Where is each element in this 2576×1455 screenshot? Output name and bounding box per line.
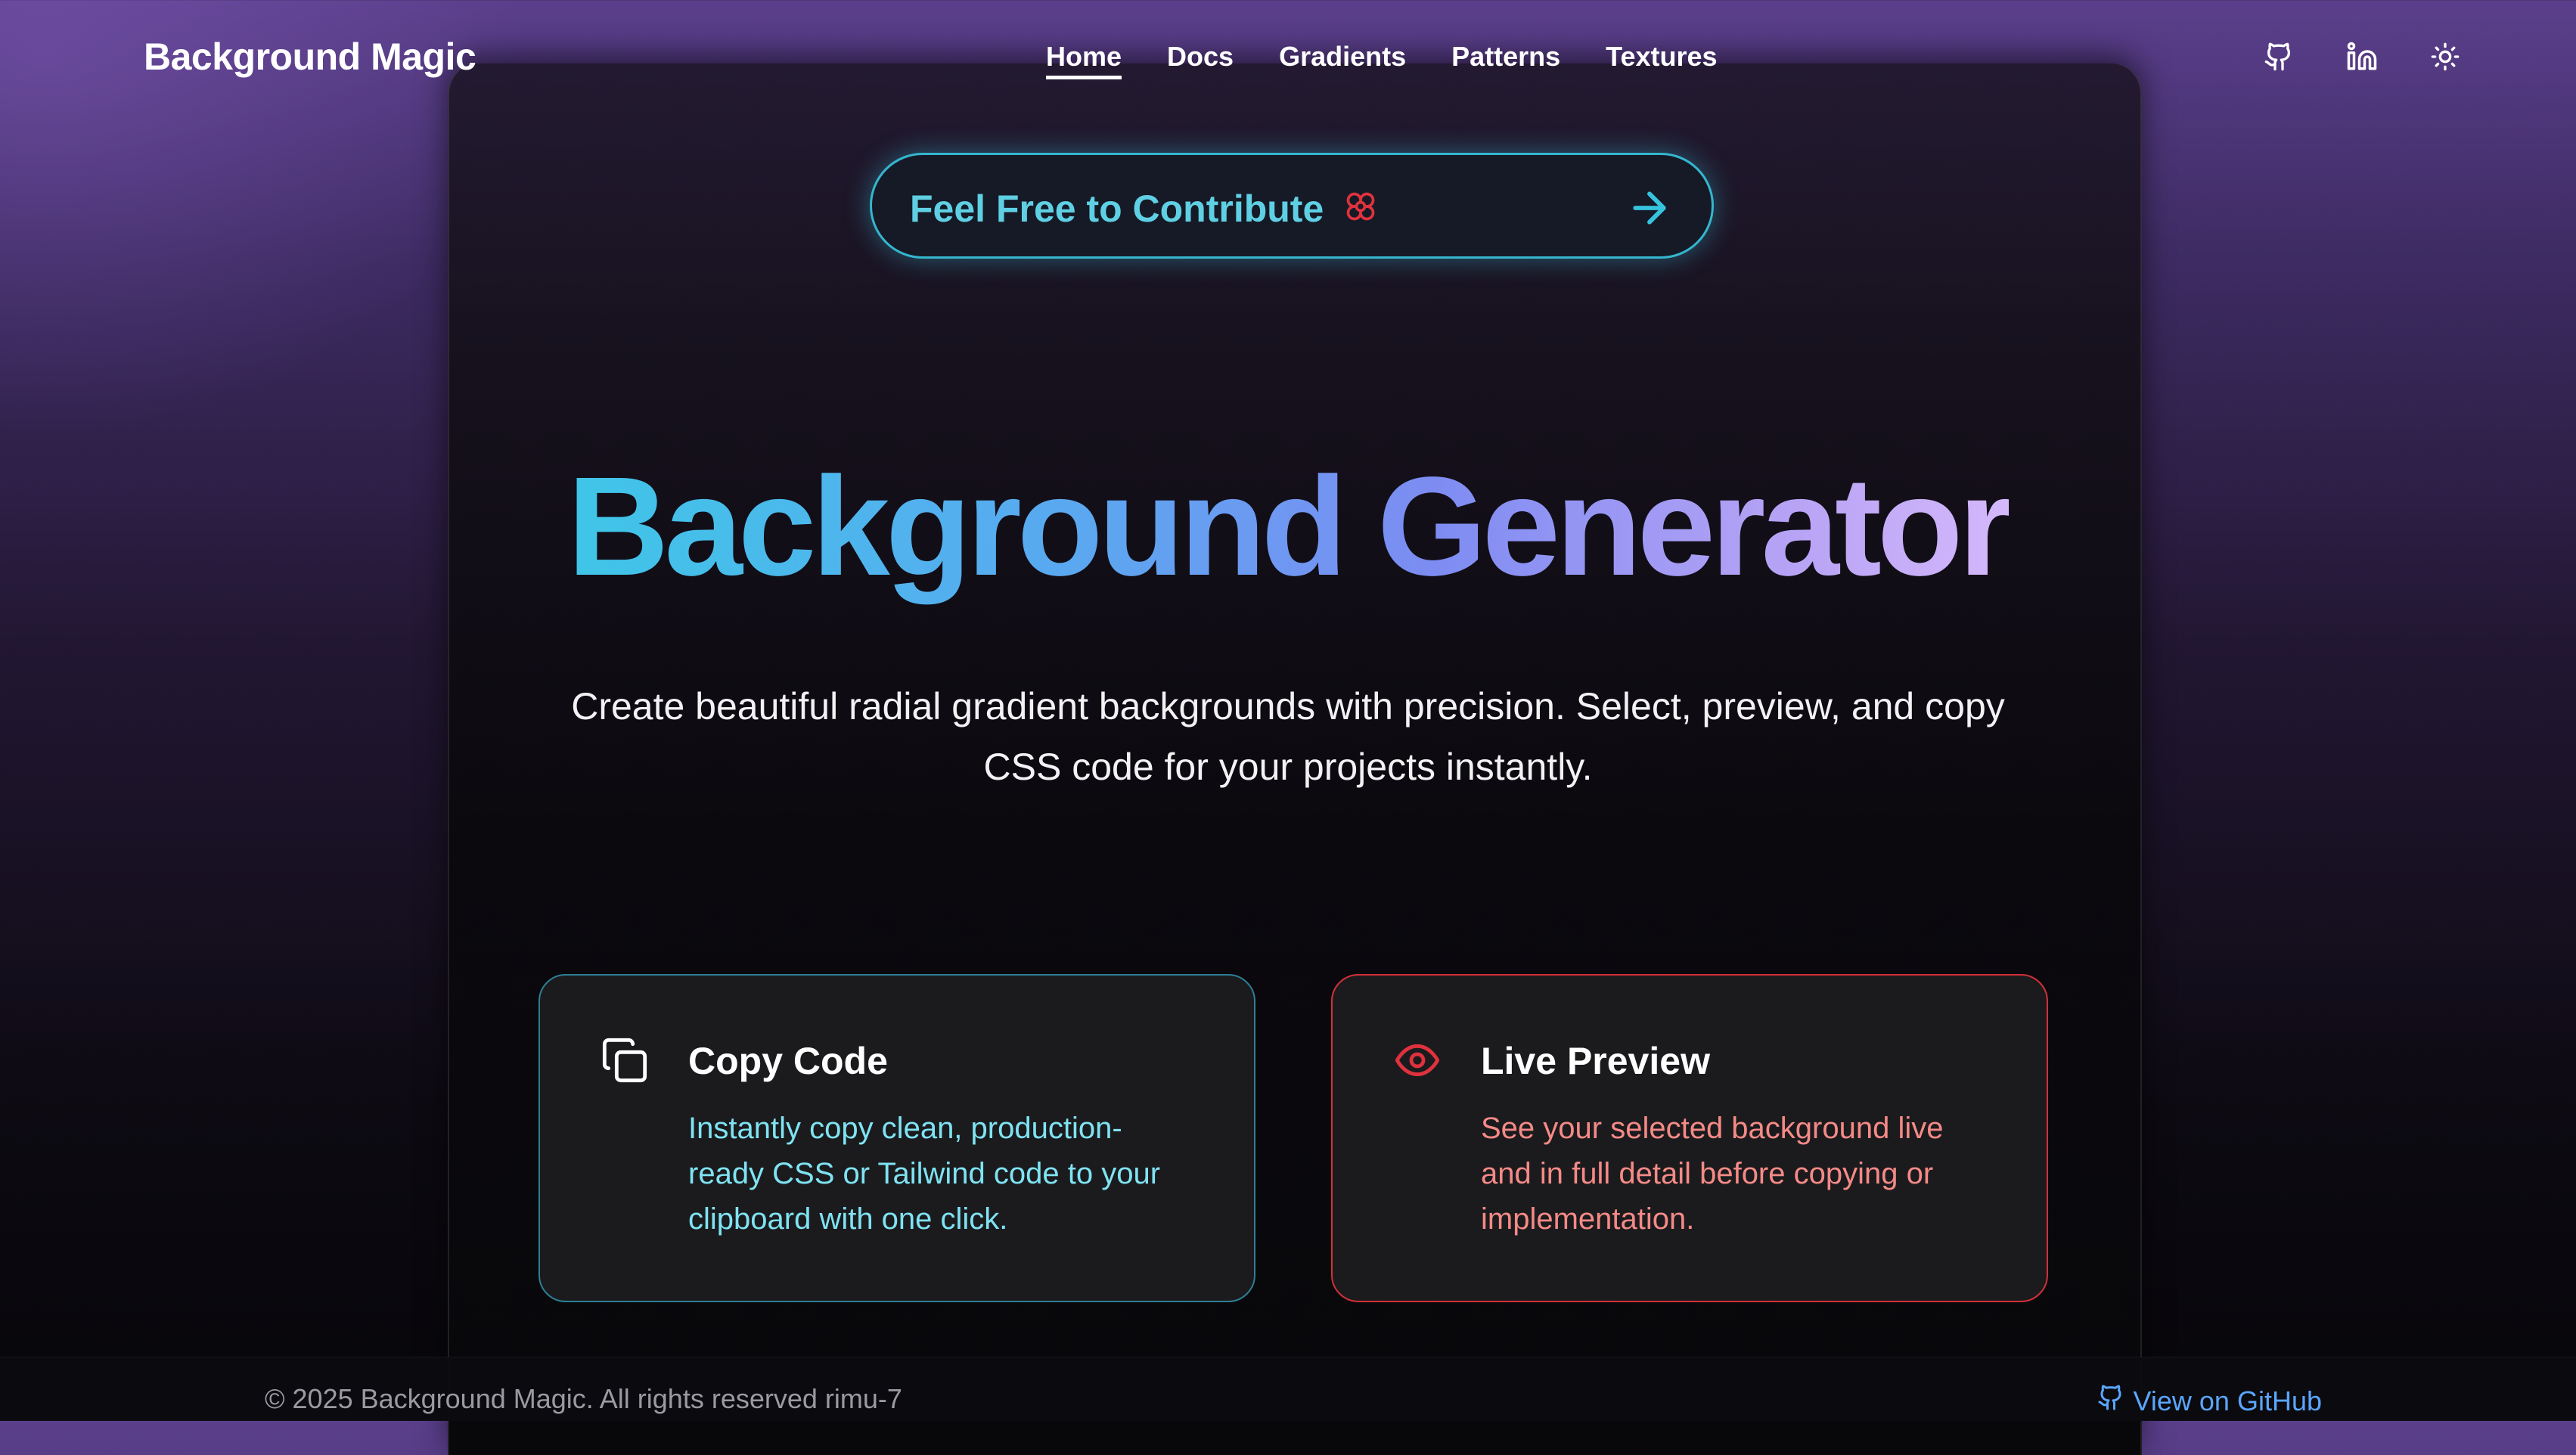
copy-icon [601,1036,649,1088]
linkedin-icon[interactable] [2345,39,2379,74]
github-icon[interactable] [2261,39,2296,74]
nav-home[interactable]: Home [1046,41,1122,79]
feature-text: See your selected background live and in… [1481,1112,1944,1236]
hero-description: Create beautiful radial gradient backgro… [571,685,2005,788]
nav-docs[interactable]: Docs [1167,41,1234,79]
feature-card-copy-code: Copy Code Instantly copy clean, producti… [538,974,1255,1302]
site-footer: © 2025 Background Magic. All rights rese… [0,1357,2576,1421]
feature-card-live-preview: Live Preview See your selected backgroun… [1331,974,2048,1302]
view-on-github-link[interactable]: View on GitHub [2097,1383,2322,1419]
arrow-right-icon [1625,184,1674,236]
flower-icon [1344,190,1377,227]
contribute-label: Feel Free to Contribute [910,188,1324,230]
nav-textures[interactable]: Textures [1606,41,1717,79]
sun-icon[interactable] [2428,39,2463,74]
nav-gradients[interactable]: Gradients [1279,41,1406,79]
main-nav: Home Docs Gradients Patterns Textures [1046,41,1718,79]
feature-text: Instantly copy clean, production-ready C… [688,1112,1161,1236]
eye-icon [1393,1036,1442,1088]
github-icon [2097,1383,2124,1419]
nav-patterns[interactable]: Patterns [1451,41,1560,79]
hero-title-text: Background Generator [567,448,2013,605]
copyright-text: © 2025 Background Magic. All rights rese… [265,1383,902,1414]
feature-title: Copy Code [688,1040,888,1082]
header-icons [2261,39,2463,74]
site-header: Background Magic Home Docs Gradients Pat… [0,0,2576,113]
hero-title: Background Generator [0,448,2576,605]
brand-logo[interactable]: Background Magic [144,35,476,79]
contribute-button[interactable]: Feel Free to Contribute [870,153,1714,259]
github-link-label: View on GitHub [2133,1385,2322,1416]
feature-title: Live Preview [1481,1040,1710,1082]
